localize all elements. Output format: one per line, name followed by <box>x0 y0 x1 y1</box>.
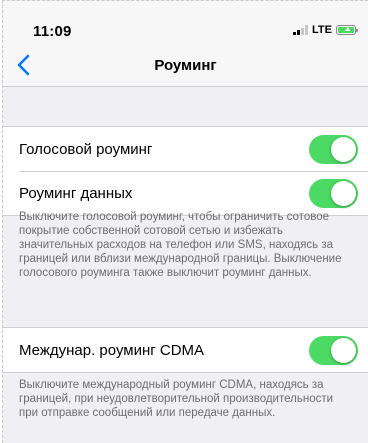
page-title: Роуминг <box>154 57 217 74</box>
status-time: 11:09 <box>33 23 72 40</box>
toggle-knob <box>331 180 356 206</box>
status-indicators: LTE <box>293 24 358 36</box>
roaming-footer-note: Выключите голосовой роуминг, чтобы огран… <box>19 211 342 279</box>
status-bar: 11:09 LTE <box>3 1 368 43</box>
voice-roaming-toggle[interactable] <box>309 134 358 164</box>
toggle-knob <box>331 136 356 162</box>
toggle-knob <box>331 337 356 363</box>
navigation-bar: Роуминг <box>3 43 368 87</box>
cdma-settings-group: Междунар. роуминг CDMA <box>3 327 368 373</box>
data-roaming-row: Роуминг данных <box>3 171 368 215</box>
cdma-footer-note: Выключите международный роуминг CDMA, на… <box>19 379 334 419</box>
voice-roaming-label: Голосовой роуминг <box>19 140 153 158</box>
signal-strength-icon <box>293 25 309 35</box>
cdma-roaming-row: Междунар. роуминг CDMA <box>3 328 368 372</box>
cdma-roaming-toggle[interactable] <box>309 335 358 365</box>
data-roaming-label: Роуминг данных <box>19 184 133 202</box>
network-type: LTE <box>312 24 332 36</box>
cdma-roaming-label: Междунар. роуминг CDMA <box>19 341 205 359</box>
battery-charging-icon <box>336 25 358 35</box>
voice-roaming-row: Голосовой роуминг <box>3 127 368 171</box>
roaming-settings-group: Голосовой роуминг Роуминг данных <box>3 126 368 216</box>
settings-screen: 11:09 LTE Роуминг Голосовой роуминг Роум… <box>2 0 368 443</box>
data-roaming-toggle[interactable] <box>309 178 358 208</box>
